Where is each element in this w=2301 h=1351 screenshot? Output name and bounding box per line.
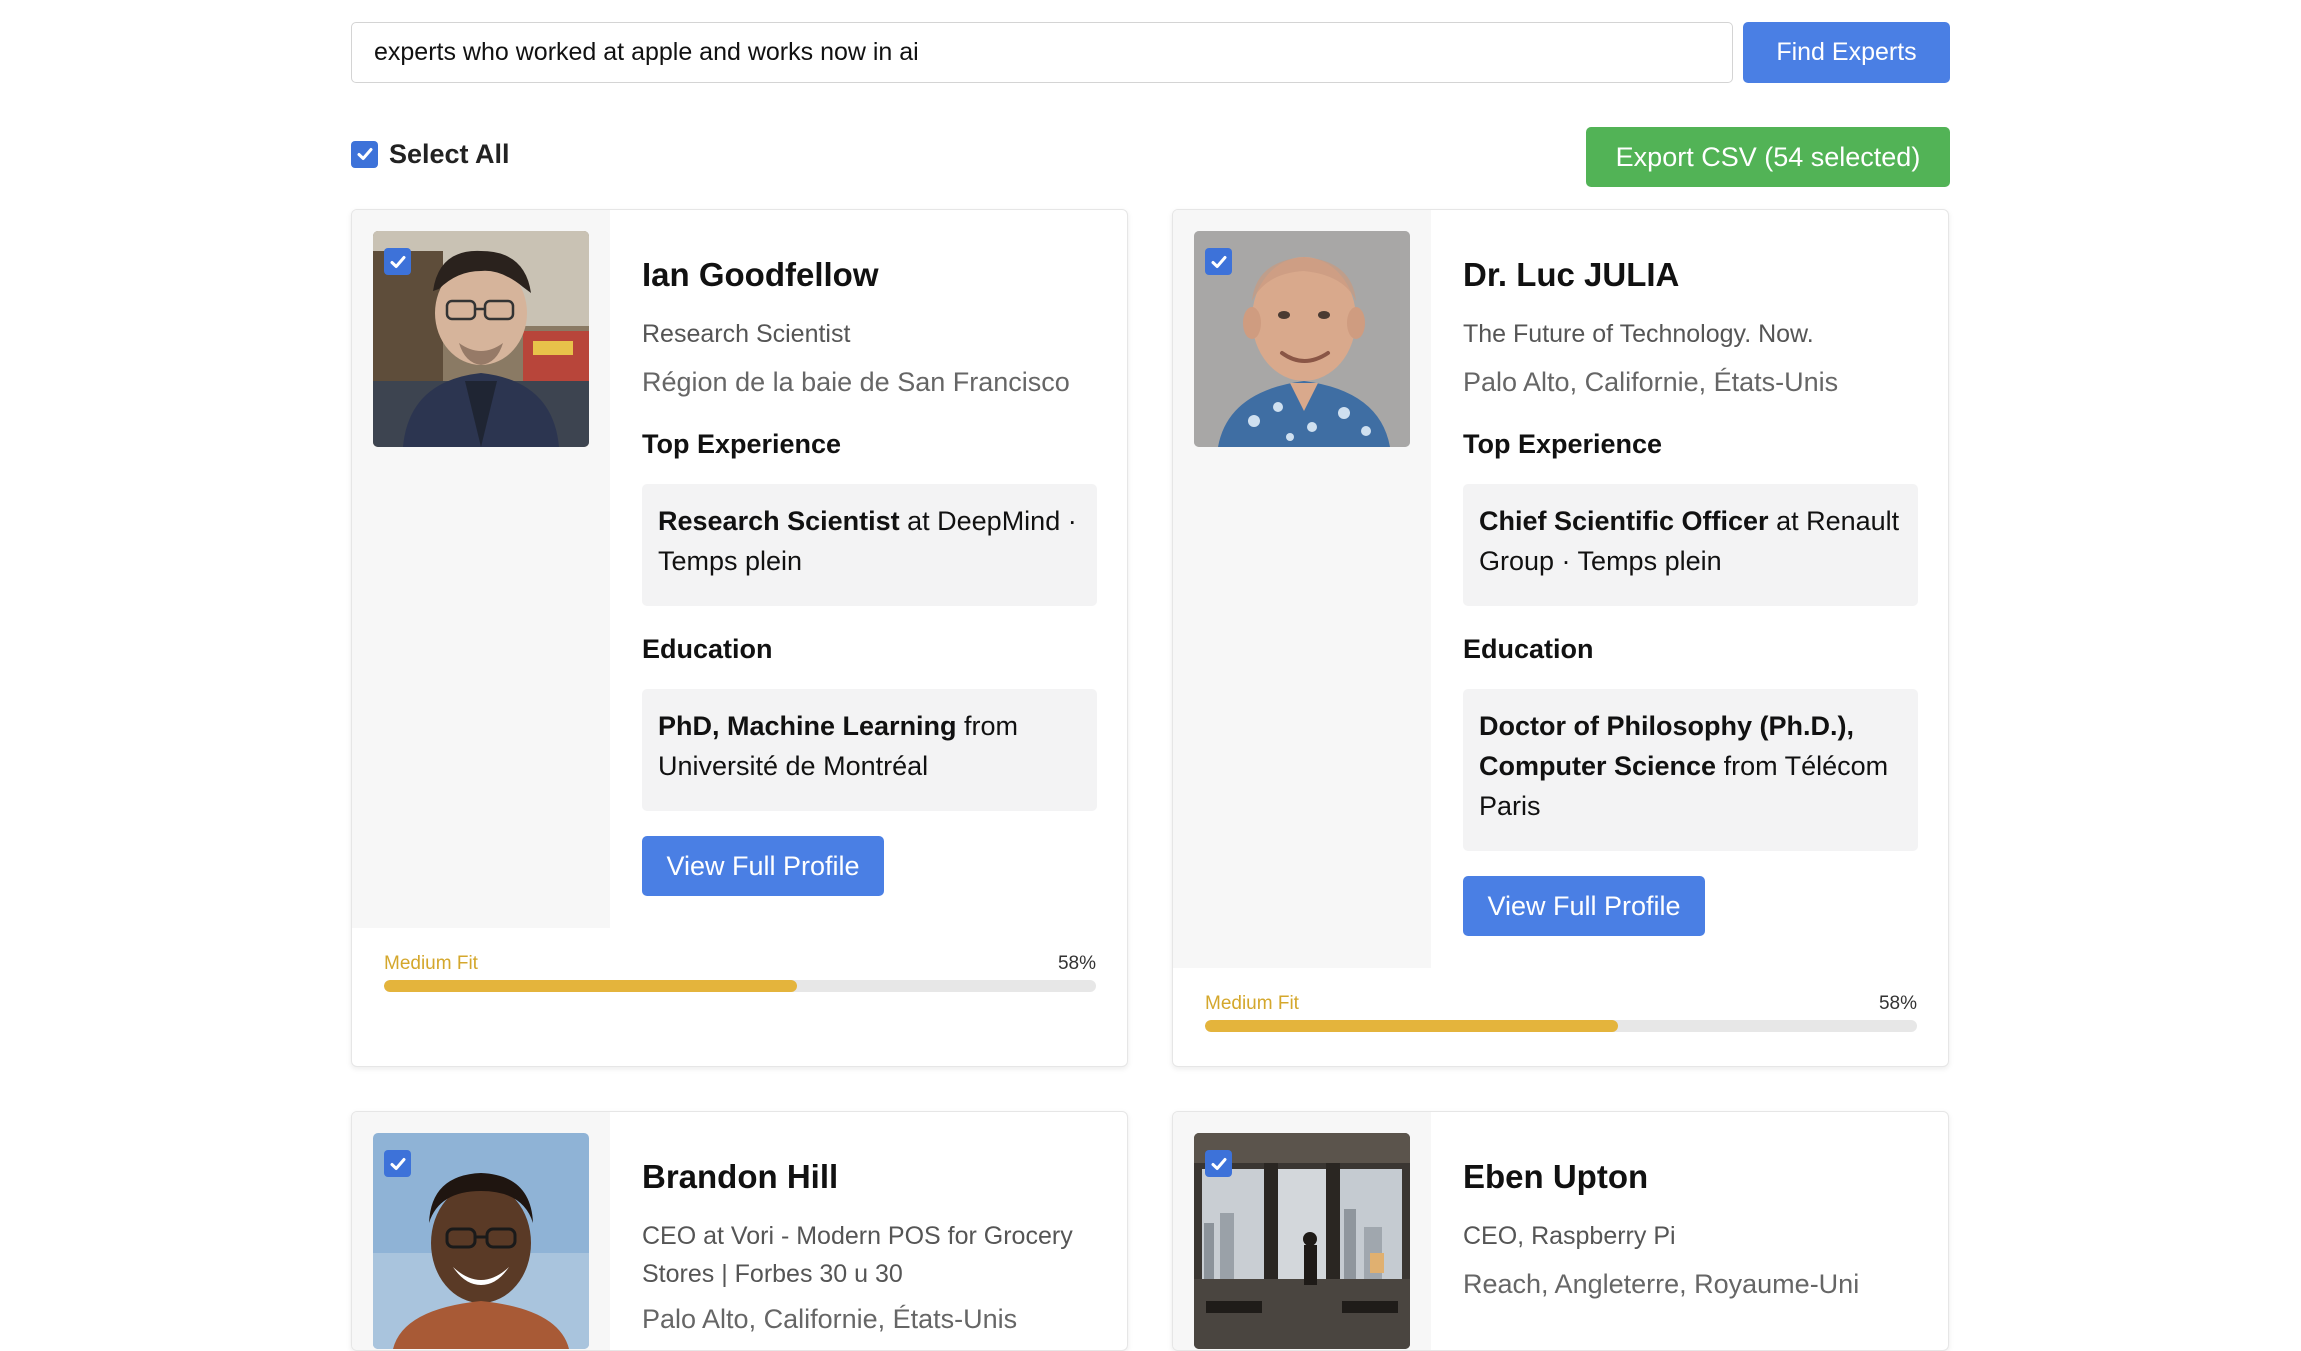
checkmark-icon: [390, 1157, 405, 1170]
expert-photo: [1194, 231, 1410, 447]
expert-name: Dr. Luc JULIA: [1463, 256, 1680, 293]
expert-headline: CEO, Raspberry Pi: [1463, 1222, 1676, 1250]
education-heading: Education: [1463, 634, 1594, 664]
expert-photo: [1194, 1133, 1410, 1349]
education-box: Doctor of Philosophy (Ph.D.), Computer S…: [1463, 689, 1918, 851]
select-all-checkbox[interactable]: [351, 140, 378, 168]
checkmark-icon: [357, 148, 372, 160]
fit-percent: 58%: [1057, 953, 1096, 974]
checkmark-icon: [1211, 1157, 1226, 1170]
fit-progress-track: [384, 980, 1096, 992]
experience-box: Chief Scientific Officer at Renault Grou…: [1463, 484, 1918, 606]
search-input[interactable]: [351, 22, 1733, 83]
education-degree: PhD, Machine Learning: [658, 711, 957, 741]
expert-select-checkbox[interactable]: [384, 248, 411, 275]
top-experience-heading: Top Experience: [1463, 429, 1663, 459]
fit-percent: 58%: [1878, 993, 1917, 1014]
expert-select-checkbox[interactable]: [384, 1150, 411, 1177]
expert-select-checkbox[interactable]: [1205, 1150, 1232, 1177]
expert-location: Palo Alto, Californie, États-Unis: [642, 1304, 1018, 1334]
experience-role: Research Scientist: [658, 506, 900, 536]
export-csv-button[interactable]: Export CSV (54 selected): [1586, 127, 1950, 187]
fit-progress-fill: [1205, 1020, 1618, 1032]
view-full-profile-button[interactable]: View Full Profile: [642, 836, 884, 896]
expert-card: Dr. Luc JULIA The Future of Technology. …: [1172, 209, 1949, 1067]
expert-card: Eben Upton CEO, Raspberry Pi Reach, Angl…: [1172, 1111, 1949, 1351]
expert-headline: The Future of Technology. Now.: [1463, 320, 1814, 348]
find-experts-button[interactable]: Find Experts: [1743, 22, 1950, 83]
expert-headline: CEO at Vori - Modern POS for Grocery Sto…: [642, 1222, 1073, 1288]
fit-label: Medium Fit: [384, 953, 478, 974]
expert-name: Brandon Hill: [642, 1158, 839, 1195]
expert-location: Reach, Angleterre, Royaume-Uni: [1463, 1269, 1860, 1299]
expert-photo: [373, 1133, 589, 1349]
expert-photo: [373, 231, 589, 447]
fit-progress-fill: [384, 980, 797, 992]
checkmark-icon: [390, 255, 405, 268]
experience-box: Research Scientist at DeepMind · Temps p…: [642, 484, 1097, 606]
select-all-row[interactable]: Select All: [351, 137, 510, 171]
fit-label: Medium Fit: [1205, 993, 1299, 1014]
expert-location: Région de la baie de San Francisco: [642, 367, 1070, 397]
top-experience-heading: Top Experience: [642, 429, 842, 459]
expert-card: Ian Goodfellow Research Scientist Région…: [351, 209, 1128, 1067]
expert-location: Palo Alto, Californie, États-Unis: [1463, 367, 1839, 397]
experience-role: Chief Scientific Officer: [1479, 506, 1769, 536]
expert-card: Brandon Hill CEO at Vori - Modern POS fo…: [351, 1111, 1128, 1351]
view-full-profile-button[interactable]: View Full Profile: [1463, 876, 1705, 936]
select-all-label: Select All: [389, 138, 510, 169]
checkmark-icon: [1211, 255, 1226, 268]
expert-name: Eben Upton: [1463, 1158, 1649, 1195]
education-box: PhD, Machine Learning from Université de…: [642, 689, 1097, 811]
expert-name: Ian Goodfellow: [642, 256, 879, 293]
fit-progress-track: [1205, 1020, 1917, 1032]
education-heading: Education: [642, 634, 773, 664]
expert-headline: Research Scientist: [642, 320, 851, 348]
expert-select-checkbox[interactable]: [1205, 248, 1232, 275]
